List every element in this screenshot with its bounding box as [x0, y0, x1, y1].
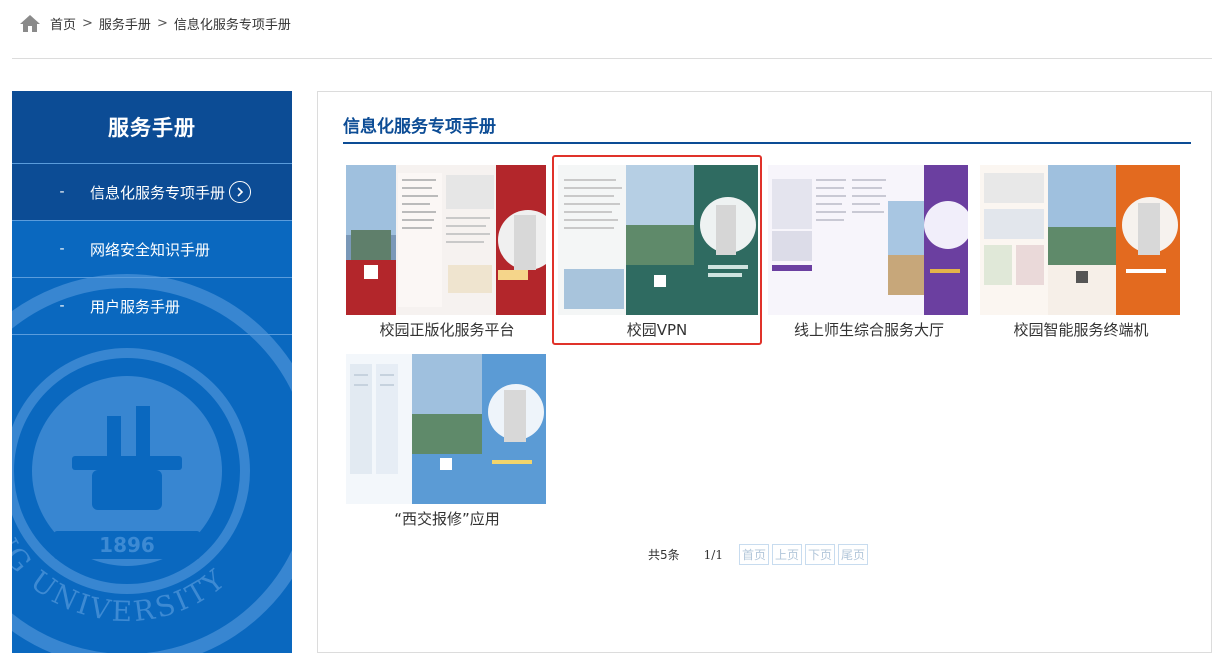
home-icon[interactable]: [18, 13, 42, 33]
breadcrumb-home-link[interactable]: 首页: [50, 14, 76, 33]
seal-year: 1896: [99, 533, 155, 557]
sidebar-item-user-service[interactable]: - 用户服务手册: [12, 277, 292, 334]
sidebar-item-dash: -: [59, 298, 65, 314]
pagination-pages: 1/1: [703, 547, 723, 562]
manual-card-repair[interactable]: “西交报修”应用: [342, 344, 552, 534]
breadcrumb-separator: >: [82, 15, 93, 31]
sidebar-item-dash: -: [59, 184, 65, 200]
manual-card-vpn[interactable]: 校园VPN: [552, 155, 762, 345]
pagination-next-button[interactable]: 下页: [804, 544, 835, 565]
manual-card-caption[interactable]: 校园VPN: [554, 319, 760, 340]
sidebar: 服务手册 - 信息化服务专项手册 - 网络安全知识手册 - 用户服务手册 189…: [12, 91, 292, 653]
header-divider: [12, 58, 1212, 59]
content-panel: 信息化服务专项手册 校园正版化服务平台 校园VPN 线上师生综合服务大厅 校园智…: [317, 91, 1212, 653]
pagination-prev-button[interactable]: 上页: [771, 544, 802, 565]
breadcrumb-separator: >: [156, 15, 168, 31]
manual-card-terminal[interactable]: 校园智能服务终端机: [976, 155, 1186, 345]
sidebar-item-label: 信息化服务专项手册: [90, 183, 226, 202]
pagination-last-button[interactable]: 尾页: [838, 544, 869, 565]
brochure-thumbnail[interactable]: [558, 165, 758, 315]
brochure-thumbnail[interactable]: [346, 354, 546, 504]
sidebar-divider: [12, 334, 292, 335]
chevron-right-circle-icon: [229, 181, 252, 203]
breadcrumb-service-manual-link[interactable]: 服务手册: [99, 14, 151, 33]
manual-card-caption[interactable]: 校园正版化服务平台: [342, 319, 552, 340]
pagination: 共5条 1/1 首页 上页 下页 尾页: [648, 544, 871, 565]
breadcrumb: 首页 > 服务手册 > 信息化服务专项手册: [18, 12, 291, 34]
pagination-total: 共5条: [648, 548, 680, 562]
sidebar-item-label: 用户服务手册: [90, 297, 181, 316]
brochure-thumbnail[interactable]: [346, 165, 546, 315]
brochure-thumbnail[interactable]: [980, 165, 1180, 315]
manual-card-caption[interactable]: “西交报修”应用: [342, 508, 552, 529]
manual-card-caption[interactable]: 线上师生综合服务大厅: [764, 319, 974, 340]
manual-card-service-hall[interactable]: 线上师生综合服务大厅: [764, 155, 974, 345]
manual-card-caption[interactable]: 校园智能服务终端机: [976, 319, 1186, 340]
sidebar-item-dash: -: [59, 241, 65, 257]
breadcrumb-current-link[interactable]: 信息化服务专项手册: [174, 14, 291, 33]
content-title: 信息化服务专项手册: [343, 117, 496, 137]
sidebar-item-label: 网络安全知识手册: [90, 240, 211, 259]
sidebar-item-info-service-manual[interactable]: - 信息化服务专项手册: [12, 163, 292, 220]
manual-card-software[interactable]: 校园正版化服务平台: [342, 155, 552, 345]
brochure-thumbnail[interactable]: [768, 165, 968, 315]
pagination-first-button[interactable]: 首页: [738, 544, 769, 565]
sidebar-title: 服务手册: [12, 91, 292, 163]
content-title-underline: [343, 142, 1191, 144]
sidebar-item-network-security[interactable]: - 网络安全知识手册: [12, 220, 292, 277]
